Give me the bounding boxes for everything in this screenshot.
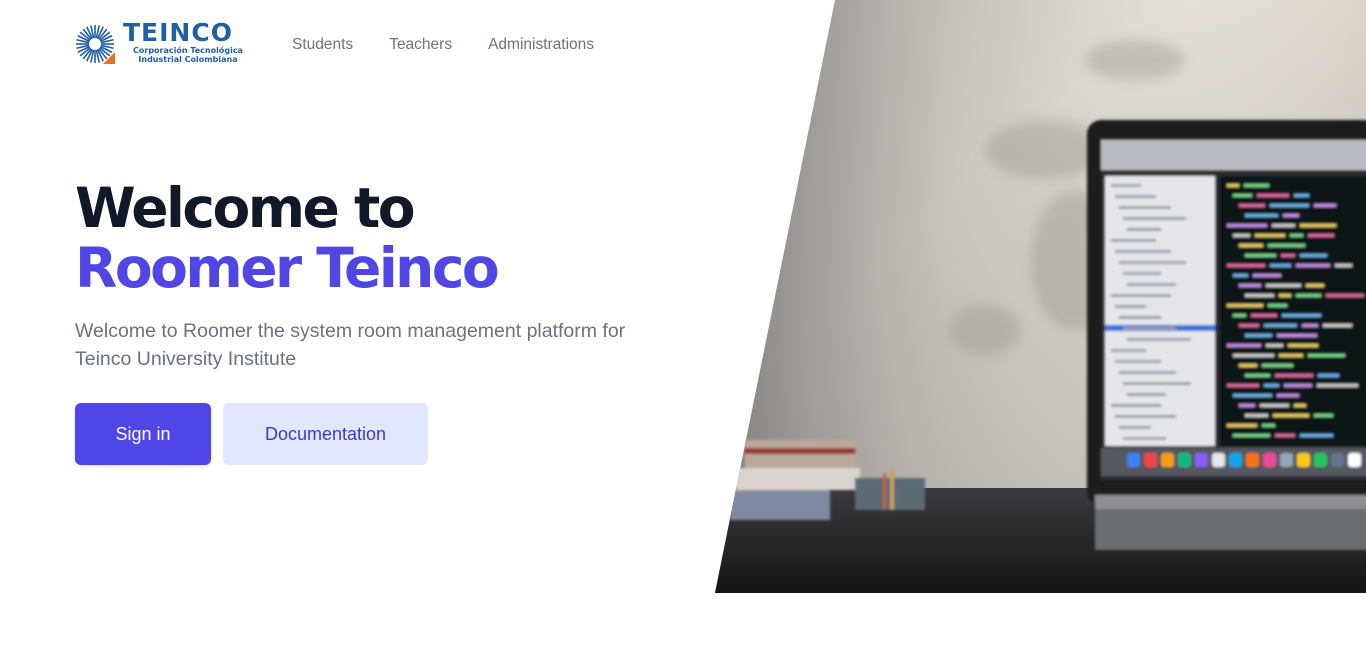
logo-subtitle-line1: Corporación Tecnológica: [133, 46, 243, 55]
laptop-on-desk-photo: [715, 0, 1366, 593]
teinco-logo[interactable]: TEINCO Corporación Tecnológica Industria…: [75, 20, 255, 66]
hero-title-line1: Welcome to: [75, 176, 416, 240]
nav-link-administrations[interactable]: Administrations: [488, 35, 594, 55]
hero-title: Welcome to Roomer Teinco: [75, 176, 500, 300]
logo-wordmark: TEINCO: [123, 18, 233, 47]
logo-subtitle-line2: Industrial Colombiana: [138, 55, 238, 64]
hero-title-line2: Roomer Teinco: [75, 236, 500, 300]
logo-subtitle: Corporación Tecnológica Industrial Colom…: [123, 46, 253, 64]
nav-link-teachers[interactable]: Teachers: [389, 35, 452, 55]
main-nav: Students Teachers Administrations: [292, 35, 594, 55]
nav-link-students[interactable]: Students: [292, 35, 353, 55]
site-header: TEINCO Corporación Tecnológica Industria…: [0, 0, 780, 90]
sunburst-logo-icon: [76, 25, 115, 64]
hero-description: Welcome to Roomer the system room manage…: [75, 320, 626, 370]
landing-page: TEINCO Corporación Tecnológica Industria…: [0, 0, 1366, 652]
hero-image: [715, 0, 1366, 593]
documentation-button[interactable]: Documentation: [223, 403, 428, 465]
sign-in-button[interactable]: Sign in: [75, 403, 211, 465]
